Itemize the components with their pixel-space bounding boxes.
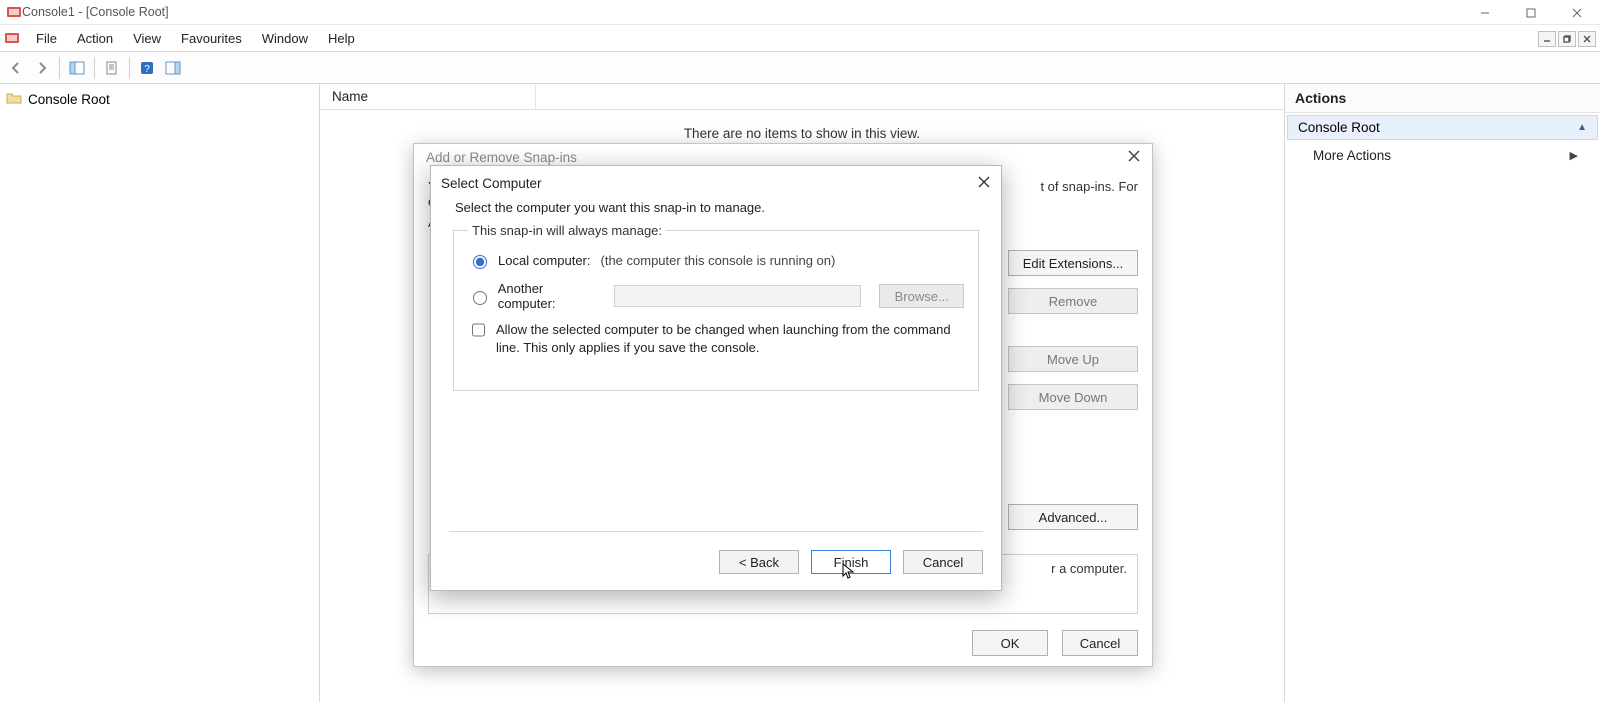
actions-pane: Actions Console Root ▲ More Actions ▶ xyxy=(1284,84,1600,702)
menu-bar: File Action View Favourites Window Help xyxy=(0,25,1600,52)
select-computer-dialog: Select Computer Select the computer you … xyxy=(430,165,1002,591)
advanced-button[interactable]: Advanced... xyxy=(1008,504,1138,530)
toolbar-separator xyxy=(94,57,95,79)
move-up-button[interactable]: Move Up xyxy=(1008,346,1138,372)
dialog-title: Add or Remove Snap-ins xyxy=(426,150,577,165)
minimize-button[interactable] xyxy=(1462,0,1508,25)
svg-text:?: ? xyxy=(144,64,150,75)
chevron-right-icon: ▶ xyxy=(1570,149,1578,162)
another-computer-label: Another computer: xyxy=(498,281,603,311)
export-list-button[interactable] xyxy=(100,56,124,80)
mdi-close-button[interactable] xyxy=(1578,31,1596,47)
local-computer-radio[interactable] xyxy=(473,255,487,269)
actions-item-label: More Actions xyxy=(1313,148,1391,163)
window-titlebar: Console1 - [Console Root] xyxy=(0,0,1600,25)
description-fragment: r a computer. xyxy=(1051,561,1127,576)
mdi-restore-button[interactable] xyxy=(1558,31,1576,47)
group-legend: This snap-in will always manage: xyxy=(468,223,666,238)
move-down-button[interactable]: Move Down xyxy=(1008,384,1138,410)
dialog-intro: Select the computer you want this snap-i… xyxy=(431,200,1001,223)
manage-scope-group: This snap-in will always manage: Local c… xyxy=(453,223,979,391)
toolbar-separator xyxy=(129,57,130,79)
tree-node-label: Console Root xyxy=(28,92,110,107)
collapse-icon: ▲ xyxy=(1577,122,1587,133)
window-title: Console1 - [Console Root] xyxy=(22,5,169,19)
menu-action[interactable]: Action xyxy=(67,25,123,51)
menu-file[interactable]: File xyxy=(26,25,67,51)
menu-favourites[interactable]: Favourites xyxy=(171,25,252,51)
browse-button: Browse... xyxy=(879,284,964,308)
local-computer-hint: (the computer this console is running on… xyxy=(601,253,836,268)
ok-button[interactable]: OK xyxy=(972,630,1048,656)
close-button[interactable] xyxy=(977,175,991,192)
finish-button[interactable]: Finish xyxy=(811,550,891,574)
list-header: Name xyxy=(320,84,1284,110)
local-computer-label: Local computer: xyxy=(498,253,591,268)
help-button[interactable]: ? xyxy=(135,56,159,80)
empty-list-message: There are no items to show in this view. xyxy=(320,110,1284,141)
mdi-icon xyxy=(4,30,20,46)
mdi-minimize-button[interactable] xyxy=(1538,31,1556,47)
toolbar-separator xyxy=(59,57,60,79)
another-computer-input xyxy=(614,285,861,307)
actions-group-label: Console Root xyxy=(1298,120,1380,135)
allow-change-label: Allow the selected computer to be change… xyxy=(496,321,964,356)
toolbar: ? xyxy=(0,52,1600,84)
cancel-button[interactable]: Cancel xyxy=(1062,630,1138,656)
edit-extensions-button[interactable]: Edit Extensions... xyxy=(1008,250,1138,276)
back-button[interactable]: < Back xyxy=(719,550,799,574)
close-button[interactable] xyxy=(1554,0,1600,25)
remove-button[interactable]: Remove xyxy=(1008,288,1138,314)
tree-node-console-root[interactable]: Console Root xyxy=(0,88,319,111)
menu-window[interactable]: Window xyxy=(252,25,318,51)
show-hide-tree-button[interactable] xyxy=(65,56,89,80)
allow-change-checkbox[interactable] xyxy=(472,323,485,337)
tree-pane: Console Root xyxy=(0,84,320,702)
actions-header: Actions xyxy=(1285,84,1600,113)
cancel-button[interactable]: Cancel xyxy=(903,550,983,574)
another-computer-radio[interactable] xyxy=(473,291,487,305)
dialog-separator xyxy=(449,531,983,532)
menu-view[interactable]: View xyxy=(123,25,171,51)
menu-help[interactable]: Help xyxy=(318,25,365,51)
back-button[interactable] xyxy=(4,56,28,80)
dialog-title: Select Computer xyxy=(441,176,542,191)
folder-icon xyxy=(6,90,22,109)
maximize-button[interactable] xyxy=(1508,0,1554,25)
intro-text-fragment: t of snap-ins. For xyxy=(1040,179,1138,209)
actions-group-console-root[interactable]: Console Root ▲ xyxy=(1287,115,1598,140)
column-name[interactable]: Name xyxy=(320,84,536,109)
actions-item-more[interactable]: More Actions ▶ xyxy=(1285,142,1600,169)
close-icon[interactable] xyxy=(1128,150,1140,165)
app-icon xyxy=(6,4,22,20)
show-hide-action-pane-button[interactable] xyxy=(161,56,185,80)
forward-button[interactable] xyxy=(30,56,54,80)
